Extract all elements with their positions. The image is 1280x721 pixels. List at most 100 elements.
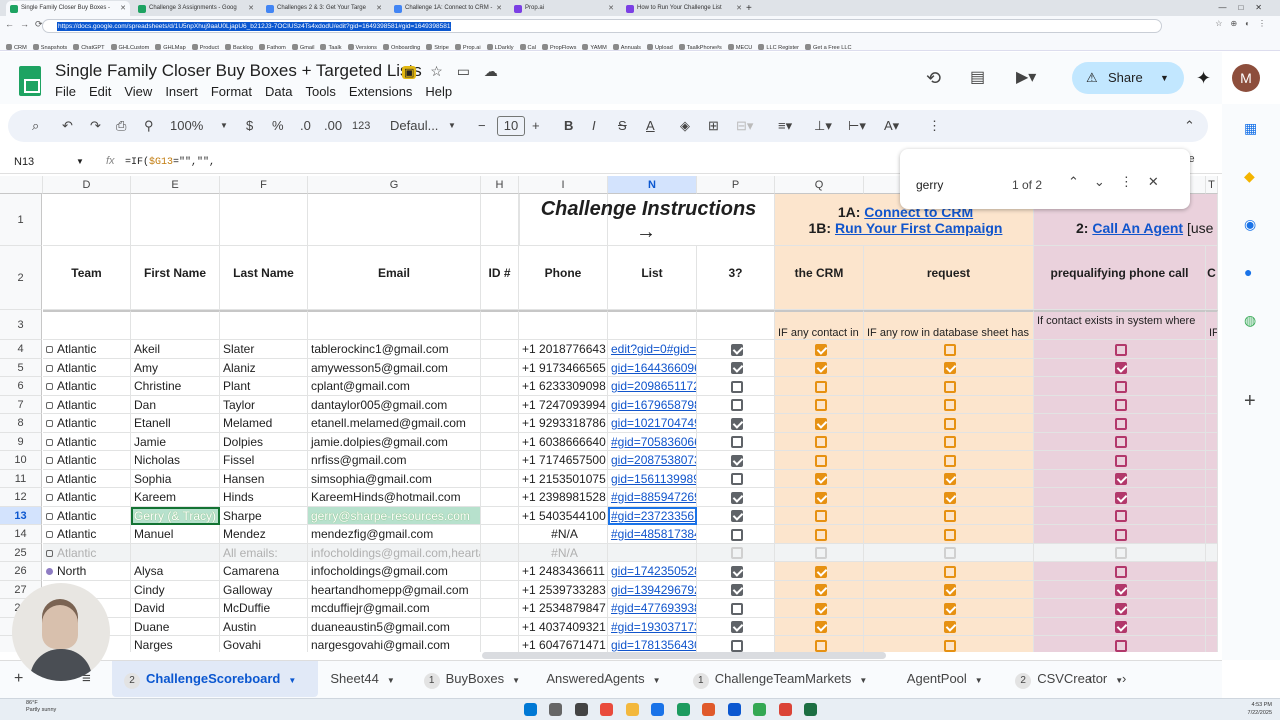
bookmark-item[interactable]: PropFlows	[541, 41, 576, 50]
email-cell[interactable]: cplant@gmail.com	[308, 377, 481, 396]
row-header[interactable]: 9	[0, 432, 42, 451]
cloud-saved-icon[interactable]: ☁	[484, 63, 498, 80]
phone-cell[interactable]: #N/A	[519, 543, 608, 562]
unchecked-checkbox-icon[interactable]	[1115, 417, 1127, 430]
contacts-icon[interactable]: ●	[1244, 264, 1252, 280]
unchecked-checkbox-icon[interactable]	[814, 639, 827, 652]
cell[interactable]	[481, 194, 519, 246]
challenge-3-list-cell[interactable]: gid=1742350528	[608, 562, 697, 581]
email-cell[interactable]: infocholdings@gmail.com	[308, 562, 481, 581]
email-cell[interactable]: gerry@sharpe-resources.com	[308, 506, 481, 525]
received-checkbox-cell[interactable]	[697, 414, 775, 433]
team-cell[interactable]: Atlantic	[43, 469, 131, 488]
close-icon[interactable]: ✕	[608, 1, 614, 16]
ghl-id-cell[interactable]	[481, 525, 519, 544]
challenge-checkbox-cell[interactable]	[1034, 636, 1206, 652]
column-header-q[interactable]: Q	[775, 176, 864, 194]
app-icon[interactable]	[727, 703, 741, 716]
phone-cell[interactable]: +1 7174657500	[519, 451, 608, 470]
phone-cell[interactable]: +1 7247093994	[519, 395, 608, 414]
row-header[interactable]: 2	[0, 246, 42, 310]
checked-checkbox-icon[interactable]	[1115, 621, 1127, 634]
checked-checkbox-icon[interactable]	[731, 417, 743, 430]
first-name-cell[interactable]: Narges	[131, 636, 220, 652]
challenge-checkbox-cell[interactable]	[775, 599, 864, 618]
row-header[interactable]: 14	[0, 525, 42, 544]
ghl-id-cell[interactable]	[481, 599, 519, 618]
ghl-id-cell[interactable]	[481, 432, 519, 451]
merge-cells-icon[interactable]: ⊟▾	[736, 110, 753, 142]
more-options-icon[interactable]: ⋮	[928, 110, 941, 142]
cell[interactable]	[1206, 432, 1218, 451]
row-header[interactable]: 11	[0, 469, 42, 488]
ghl-id-cell[interactable]	[481, 562, 519, 581]
avatar[interactable]: M	[1232, 64, 1260, 92]
cell[interactable]	[308, 194, 481, 246]
bookmark-item[interactable]: Annuals	[612, 41, 641, 50]
challenge-3-list-cell[interactable]	[608, 543, 697, 562]
challenge-checkbox-cell[interactable]	[775, 636, 864, 652]
team-cell[interactable]: North	[43, 562, 131, 581]
maps-icon[interactable]: ◍	[1244, 312, 1256, 329]
checked-checkbox-icon[interactable]	[731, 491, 743, 504]
first-name-cell[interactable]: Dan	[131, 395, 220, 414]
cell[interactable]	[220, 194, 308, 246]
email-cell[interactable]: tablerockinc1@gmail.com	[308, 340, 481, 359]
challenge-checkbox-cell[interactable]	[775, 580, 864, 599]
bookmark-item[interactable]: Taalk	[320, 41, 342, 50]
first-name-cell[interactable]: Manuel	[131, 525, 220, 544]
percent-format-button[interactable]: %	[272, 110, 284, 142]
first-name-cell[interactable]: Gerry (& Tracy)	[131, 506, 220, 525]
unchecked-checkbox-icon[interactable]	[1115, 547, 1127, 560]
column-header-h[interactable]: H	[481, 176, 519, 194]
unchecked-checkbox-icon[interactable]	[944, 547, 956, 560]
challenge-checkbox-cell[interactable]	[775, 340, 864, 359]
challenge-checkbox-cell[interactable]	[775, 562, 864, 581]
chevron-down-icon[interactable]: ▼	[1115, 676, 1123, 685]
browser-tab[interactable]: Single Family Closer Buy Boxes - ✕	[6, 1, 130, 16]
close-icon[interactable]: ✕	[736, 1, 742, 16]
column-header-t[interactable]: T	[1206, 176, 1218, 194]
chevron-down-icon[interactable]: ▼	[76, 157, 84, 166]
first-name-cell[interactable]: Akeil	[131, 340, 220, 359]
team-cell[interactable]: Atlantic	[43, 358, 131, 377]
challenge-checkbox-cell[interactable]	[775, 395, 864, 414]
challenge-3-list-cell[interactable]: gid=1781356430	[608, 636, 697, 652]
redo-icon[interactable]: ↷	[90, 110, 101, 142]
challenge-checkbox-cell[interactable]	[1034, 469, 1206, 488]
chevron-down-icon[interactable]: ▼	[512, 676, 520, 685]
sheet-tab-csvcreator[interactable]: 2 CSVCreator ▼	[1003, 661, 1141, 697]
challenge-checkbox-cell[interactable]	[1034, 617, 1206, 636]
email-cell[interactable]: mendezfig@gmail.com	[308, 525, 481, 544]
challenge-checkbox-cell[interactable]	[864, 432, 1034, 451]
unchecked-checkbox-icon[interactable]	[1115, 454, 1127, 467]
column-header-p[interactable]: P	[697, 176, 775, 194]
task-view-icon[interactable]	[574, 703, 588, 716]
checked-checkbox-icon[interactable]	[944, 621, 956, 634]
unchecked-checkbox-icon[interactable]	[1115, 565, 1127, 578]
row-header[interactable]: 25	[0, 543, 42, 562]
first-name-cell[interactable]: Etanell	[131, 414, 220, 433]
unchecked-checkbox-icon[interactable]	[1115, 343, 1127, 356]
team-cell[interactable]: Atlantic	[43, 377, 131, 396]
challenge-checkbox-cell[interactable]	[775, 377, 864, 396]
row-header[interactable]: 8	[0, 414, 42, 433]
bookmark-item[interactable]: Onboarding	[382, 41, 420, 50]
cell[interactable]	[1206, 488, 1218, 507]
last-name-cell[interactable]: Galloway	[220, 580, 308, 599]
challenge-3-list-cell[interactable]: #gid=477693938	[608, 599, 697, 618]
received-checkbox-cell[interactable]	[697, 377, 775, 396]
increase-font-size-icon[interactable]: +	[532, 110, 540, 142]
team-cell[interactable]: Atlantic	[43, 488, 131, 507]
bold-button[interactable]: B	[564, 110, 573, 142]
sheets-logo-icon[interactable]	[19, 66, 41, 96]
unchecked-checkbox-icon[interactable]	[1115, 510, 1127, 523]
cell[interactable]	[1206, 543, 1218, 562]
checked-checkbox-icon[interactable]	[814, 621, 827, 634]
column-header-e[interactable]: E	[131, 176, 220, 194]
unchecked-checkbox-icon[interactable]	[731, 436, 743, 449]
share-button[interactable]: ⚠ Share ▼	[1072, 62, 1184, 94]
text-color-button[interactable]: A	[646, 110, 655, 142]
strikethrough-button[interactable]: S	[618, 110, 627, 142]
checked-checkbox-icon[interactable]	[1115, 602, 1127, 615]
